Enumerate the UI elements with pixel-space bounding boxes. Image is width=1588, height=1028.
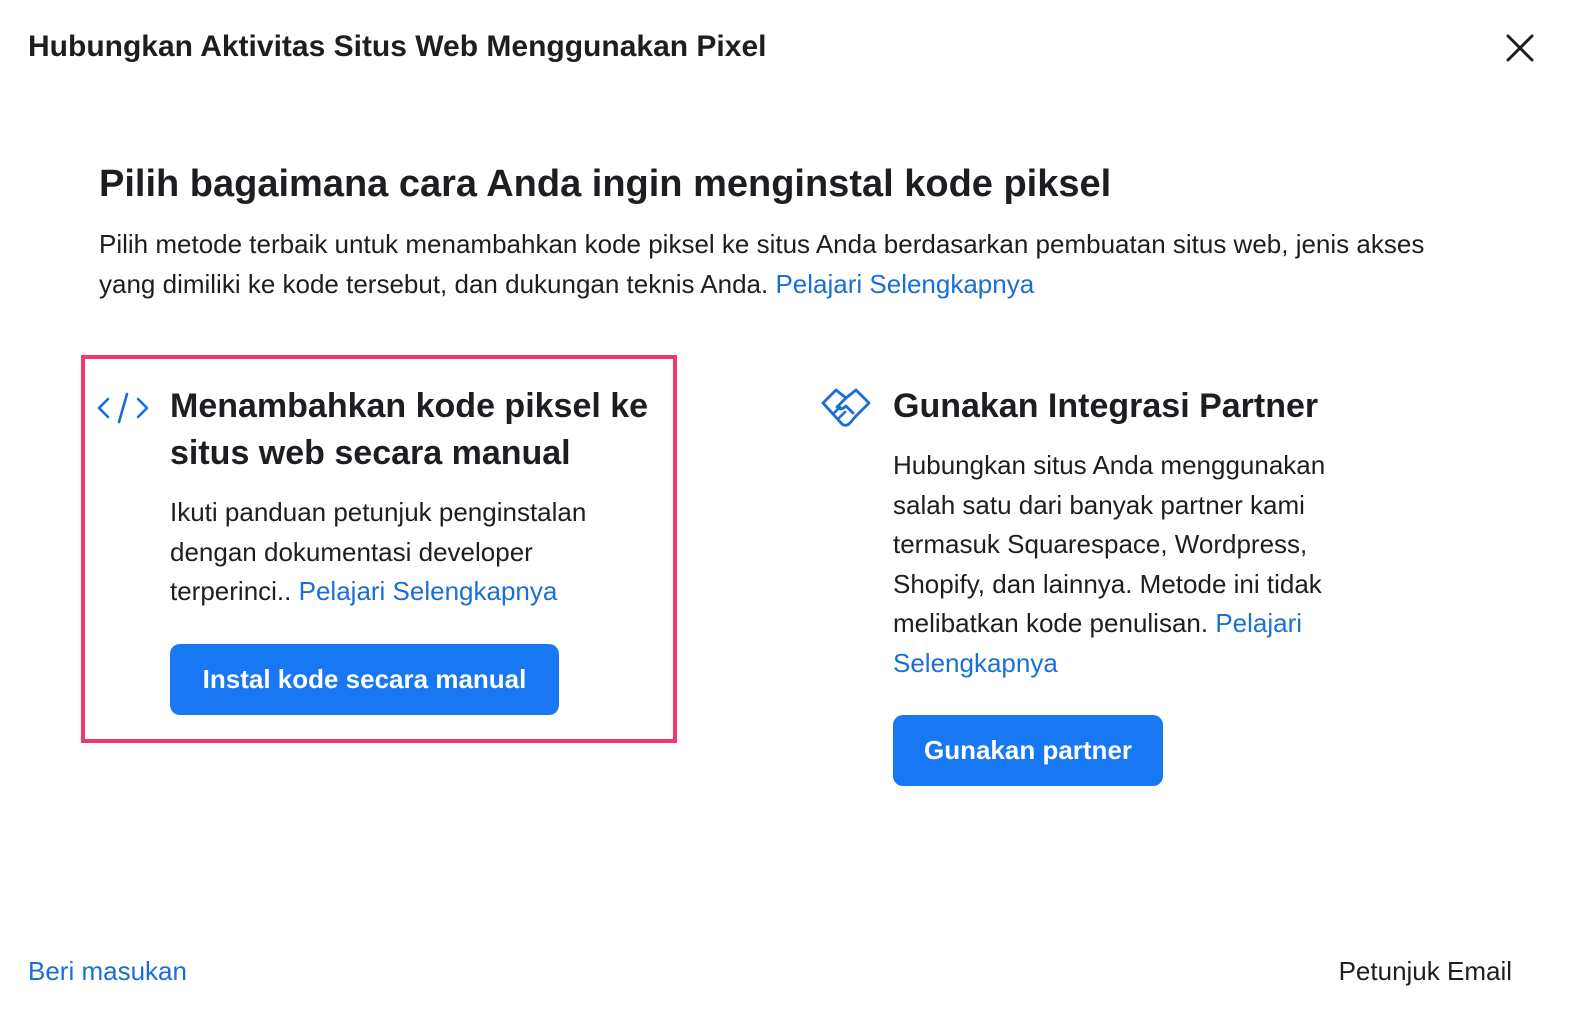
code-icon <box>97 392 149 424</box>
feedback-link[interactable]: Beri masukan <box>28 954 187 988</box>
email-instructions-link[interactable]: Petunjuk Email <box>1339 954 1512 988</box>
manual-option-title: Menambahkan kode piksel ke situs web sec… <box>170 387 649 472</box>
dialog-title: Hubungkan Aktivitas Situs Web Menggunaka… <box>28 30 767 63</box>
page-description: Pilih metode terbaik untuk menambahkan k… <box>99 224 1459 304</box>
handshake-icon <box>821 388 871 427</box>
partner-option-title: Gunakan Integrasi Partner <box>893 387 1319 425</box>
use-partner-button[interactable]: Gunakan partner <box>893 715 1163 786</box>
close-icon <box>1506 34 1534 62</box>
install-manual-button[interactable]: Instal kode secara manual <box>170 644 559 715</box>
manual-learn-more-link[interactable]: Pelajari Selengkapnya <box>299 576 558 606</box>
learn-more-link[interactable]: Pelajari Selengkapnya <box>775 269 1034 299</box>
partner-option-description: Hubungkan situs Anda menggunakan salah s… <box>893 446 1363 683</box>
page-title: Pilih bagaimana cara Anda ingin menginst… <box>99 163 1112 205</box>
manual-option-description: Ikuti panduan petunjuk penginstalan deng… <box>170 493 650 612</box>
close-button[interactable] <box>1502 30 1538 66</box>
page-description-text: Pilih metode terbaik untuk menambahkan k… <box>99 229 1425 299</box>
